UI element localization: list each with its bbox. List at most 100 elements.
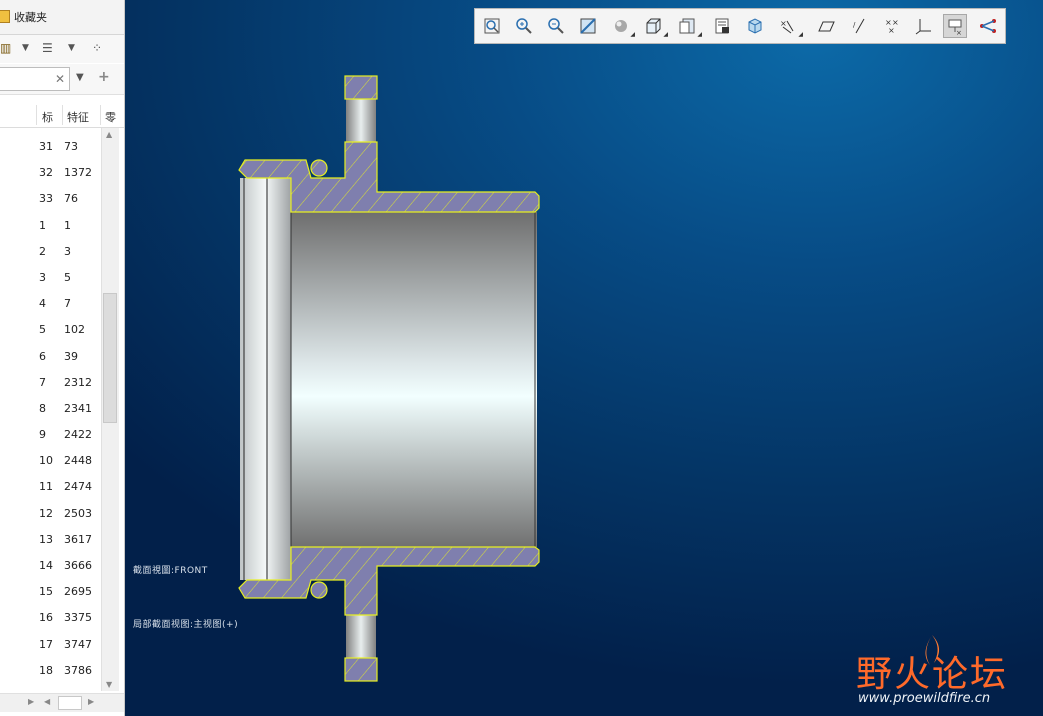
table-row[interactable]: 14 3666 <box>0 553 100 579</box>
zoom-out-icon[interactable] <box>544 14 568 38</box>
watermark-url: www.proewildfire.cn <box>858 691 991 706</box>
scroll-right-icon[interactable]: ▶ <box>88 697 94 706</box>
row-id: 4 <box>39 297 46 311</box>
row-feature-id: 3 <box>64 244 71 258</box>
svg-text:×: × <box>956 29 962 36</box>
row-id: 6 <box>39 349 46 363</box>
row-id: 33 <box>39 192 53 206</box>
row-id: 10 <box>39 454 53 468</box>
row-id: 13 <box>39 532 53 546</box>
row-feature-id: 3786 <box>64 663 92 677</box>
scroll-right-icon[interactable]: ▶ <box>28 697 34 706</box>
view-manager-icon[interactable]: ◢ <box>675 14 702 38</box>
watermark-title: 野火论坛 <box>856 654 1009 695</box>
row-id: 7 <box>39 375 46 389</box>
scroll-down-icon[interactable]: ▼ <box>106 680 112 689</box>
display-style-icon[interactable]: ◢ <box>608 14 635 38</box>
row-id: 11 <box>39 480 53 494</box>
scroll-left-icon[interactable]: ◀ <box>44 697 50 706</box>
table-row[interactable]: 33 76 <box>0 186 100 212</box>
row-feature-id: 7 <box>64 297 71 311</box>
table-row[interactable]: 9 2422 <box>0 422 100 448</box>
column-header-id[interactable]: 标 <box>42 109 58 125</box>
table-row[interactable]: 17 3747 <box>0 632 100 658</box>
datum-point-icon[interactable]: × × × <box>880 14 904 38</box>
tree-vertical-scrollbar[interactable]: ▲ ▼ <box>101 128 119 691</box>
clear-icon[interactable]: ✕ <box>55 71 65 87</box>
table-row[interactable]: 11 <box>0 213 100 239</box>
row-feature-id: 102 <box>64 323 85 337</box>
column-header-feature[interactable]: 特征 <box>67 109 97 125</box>
tree-filter-icon[interactable]: ⁘ <box>92 40 102 56</box>
table-row[interactable]: 10 2448 <box>0 448 100 474</box>
row-id: 17 <box>39 637 53 651</box>
section-view-annotation: 局部截面视图:主视图(+) <box>133 620 239 630</box>
annotation-display-icon[interactable]: × ◢ <box>776 14 803 38</box>
chevron-down-icon[interactable]: ▼ <box>76 72 84 83</box>
zoom-in-icon[interactable] <box>512 14 536 38</box>
bore-surface <box>291 212 537 547</box>
table-row[interactable]: 6 39 <box>0 344 100 370</box>
cross-section-model <box>238 75 540 682</box>
svg-text:/: / <box>853 21 856 29</box>
table-row[interactable]: 23 <box>0 239 100 265</box>
row-id: 15 <box>39 585 53 599</box>
table-row[interactable]: 18 3786 <box>0 658 100 684</box>
table-row[interactable]: 35 <box>0 265 100 291</box>
scroll-thumb[interactable] <box>103 293 117 423</box>
row-feature-id: 3666 <box>64 559 92 572</box>
scroll-thumb[interactable] <box>58 696 82 710</box>
row-feature-id: 3375 <box>64 611 92 625</box>
repaint-icon[interactable] <box>576 14 600 38</box>
tree-search-row: ✕ ▼ + <box>0 64 124 95</box>
table-row[interactable]: 5 102 <box>0 317 100 343</box>
row-id: 14 <box>39 559 53 572</box>
annotation-filter-icon[interactable]: × <box>943 14 967 38</box>
row-id: 18 <box>39 663 53 677</box>
table-row[interactable]: 32 1372 <box>0 160 100 186</box>
column-header-part[interactable]: 零 <box>105 109 123 125</box>
row-id: 31 <box>39 140 53 153</box>
model-tree-panel: 收藏夹 ▥ ▼ ☰ ▼ ⁘ ✕ ▼ + 标 特征 零 31 73 32 1372 3… <box>0 0 125 716</box>
column-divider[interactable] <box>62 105 63 125</box>
tree-horizontal-scrollbar[interactable]: ▶ ◀ ▶ <box>0 693 124 712</box>
scroll-up-icon[interactable]: ▲ <box>106 130 112 139</box>
chevron-down-icon[interactable]: ▼ <box>22 40 29 56</box>
table-row[interactable]: 16 3375 <box>0 605 100 631</box>
column-divider[interactable] <box>100 105 101 125</box>
table-row[interactable]: 13 3617 <box>0 527 100 553</box>
row-id: 3 <box>39 270 46 284</box>
saved-views-icon[interactable]: ◢ <box>641 14 668 38</box>
tree-search-input[interactable]: ✕ <box>0 67 70 91</box>
add-icon[interactable]: + <box>98 69 110 85</box>
datum-axis-icon[interactable]: / <box>848 14 872 38</box>
refit-icon[interactable] <box>480 14 504 38</box>
table-row[interactable]: 15 2695 <box>0 579 100 605</box>
column-divider[interactable] <box>36 105 37 125</box>
tree-columns-icon[interactable]: ▥ <box>0 40 11 56</box>
csys-display-icon[interactable] <box>912 14 936 38</box>
table-row[interactable]: 31 73 <box>0 134 100 160</box>
spin-center-icon[interactable] <box>743 14 767 38</box>
table-row[interactable]: 8 2341 <box>0 396 100 422</box>
table-row[interactable]: 11 2474 <box>0 474 100 500</box>
table-row[interactable]: 7 2312 <box>0 370 100 396</box>
row-feature-id: 73 <box>64 140 78 153</box>
panel-tabbar: 收藏夹 <box>0 0 124 35</box>
section-annotation: 截面視圖:FRONT <box>133 566 208 576</box>
favorites-folder-icon <box>0 10 10 23</box>
row-id: 1 <box>39 218 46 232</box>
row-feature-id: 3617 <box>64 532 92 546</box>
datum-plane-icon[interactable] <box>815 14 839 38</box>
row-feature-id: 3747 <box>64 637 92 651</box>
graphics-viewport[interactable]: 截面視圖:FRONT 局部截面视图:主视图(+) ◢ ◢ ◢ × ◢ / × × × … <box>125 0 1043 716</box>
table-row[interactable]: 12 2503 <box>0 501 100 527</box>
row-feature-id: 76 <box>64 192 78 206</box>
chevron-down-icon[interactable]: ▼ <box>68 40 75 56</box>
table-row[interactable]: 47 <box>0 291 100 317</box>
tree-settings-icon[interactable]: ☰ <box>42 40 53 56</box>
perspective-icon[interactable] <box>710 14 734 38</box>
favorites-tab[interactable]: 收藏夹 <box>14 9 47 25</box>
row-id: 16 <box>39 611 53 625</box>
sketch-display-icon[interactable] <box>976 14 1000 38</box>
